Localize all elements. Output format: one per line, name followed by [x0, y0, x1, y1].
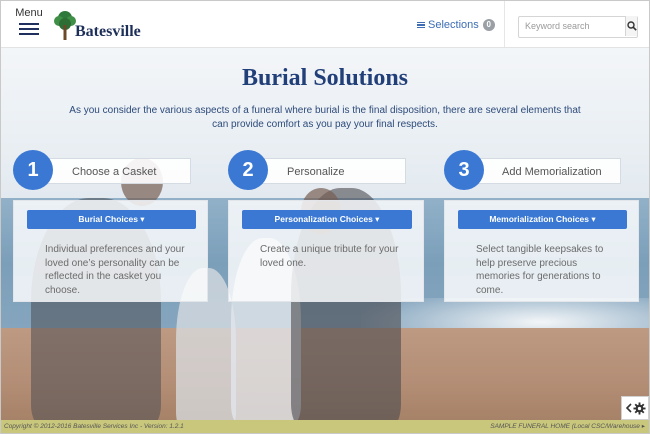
step-3-title: Add Memorialization: [502, 166, 602, 178]
step-3-card: Memorialization Choices ▾ Select tangibl…: [444, 200, 639, 302]
settings-toggle-button[interactable]: [621, 396, 649, 420]
step-1-title: Choose a Casket: [72, 166, 157, 178]
search-box: [518, 16, 638, 38]
selections-label: Selections: [428, 19, 479, 31]
page-title: Burial Solutions: [241, 65, 409, 91]
hamburger-icon: [19, 23, 39, 35]
step-2-title: Personalize: [287, 166, 345, 178]
menu-label: Menu: [15, 7, 43, 19]
step-2-number: 2: [228, 150, 268, 190]
step-3-number: 3: [444, 150, 484, 190]
search-button[interactable]: [625, 16, 637, 36]
footer-location-link[interactable]: SAMPLE FUNERAL HOME (Local CSC/Warehouse…: [490, 421, 645, 432]
code-icon: [625, 403, 632, 413]
top-header: Menu Batesville Selections 0: [1, 1, 649, 48]
step-1-title-tab: Choose a Casket: [41, 158, 191, 184]
burial-choices-button[interactable]: Burial Choices ▾: [27, 210, 196, 229]
header-divider: [504, 1, 505, 47]
intro-text: As you consider the various aspects of a…: [69, 105, 581, 130]
brand-logo[interactable]: Batesville: [53, 10, 141, 40]
search-icon: [626, 21, 637, 31]
brand-name: Batesville: [75, 23, 141, 40]
search-input[interactable]: [519, 17, 625, 35]
selections-link[interactable]: Selections 0: [417, 19, 495, 31]
memorialization-choices-button[interactable]: Memorialization Choices ▾: [458, 210, 627, 229]
app-frame: Menu Batesville Selections 0 Keyword sea…: [0, 0, 650, 434]
gear-icon: [632, 401, 646, 415]
step-2-title-tab: Personalize: [256, 158, 406, 184]
footer-bar: Copyright © 2012-2016 Batesville Service…: [1, 420, 649, 433]
step-2-description: Create a unique tribute for your loved o…: [260, 244, 399, 269]
step-3-description: Select tangible keepsakes to help preser…: [476, 244, 604, 296]
personalization-choices-button[interactable]: Personalization Choices ▾: [242, 210, 412, 229]
list-icon: [417, 21, 425, 29]
step-2-card: Personalization Choices ▾ Create a uniqu…: [228, 200, 424, 302]
tree-logo-icon: [54, 11, 76, 40]
step-1-card: Burial Choices ▾ Individual preferences …: [13, 200, 208, 302]
step-1-number: 1: [13, 150, 53, 190]
step-3-title-tab: Add Memorialization: [471, 158, 621, 184]
step-1-description: Individual preferences and your loved on…: [45, 244, 185, 296]
footer-copyright: Copyright © 2012-2016 Batesville Service…: [4, 423, 184, 430]
selections-count-badge: 0: [482, 19, 495, 31]
menu-button[interactable]: Menu: [11, 7, 47, 38]
